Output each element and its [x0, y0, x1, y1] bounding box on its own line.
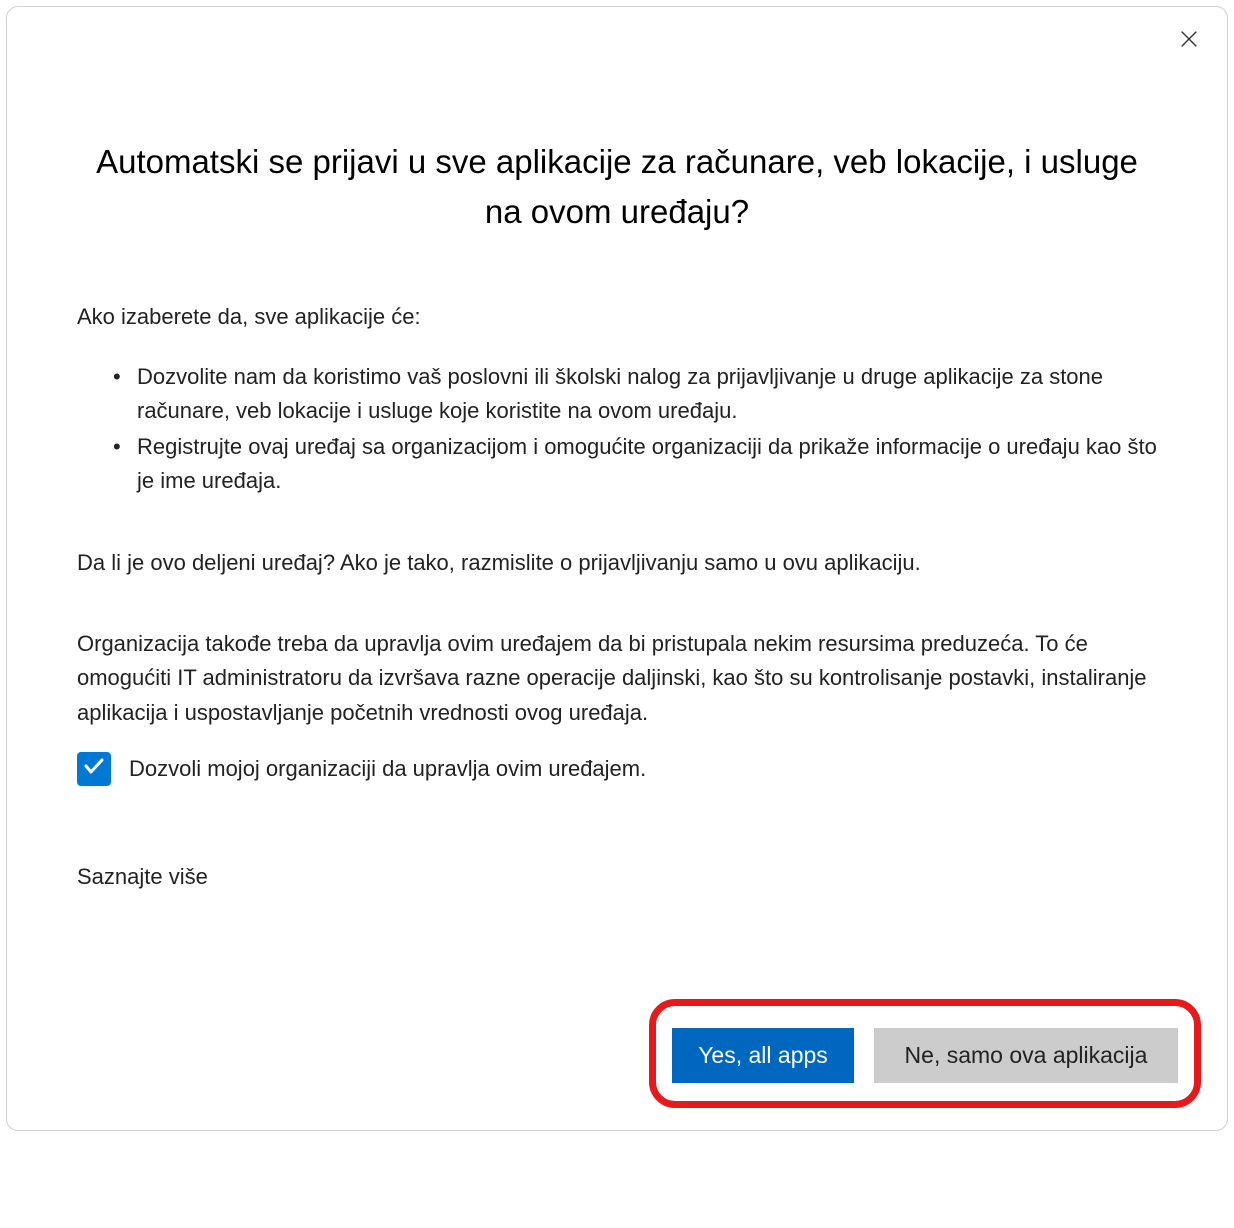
org-manage-text: Organizacija takođe treba da upravlja ov… [77, 627, 1157, 729]
signin-dialog: Automatski se prijavi u sve aplikacije z… [6, 6, 1228, 1131]
intro-text: Ako izaberete da, sve aplikacije će: [77, 304, 1157, 330]
yes-all-apps-button[interactable]: Yes, all apps [672, 1028, 854, 1083]
learn-more-link[interactable]: Saznajte više [77, 864, 1157, 890]
dialog-title: Automatski se prijavi u sve aplikacije z… [77, 137, 1157, 236]
bullet-list: Dozvolite nam da koristimo vaš poslovni … [77, 360, 1157, 498]
checkbox-label: Dozvoli mojoj organizaciji da upravlja o… [129, 756, 646, 782]
no-only-this-app-button[interactable]: Ne, samo ova aplikacija [874, 1028, 1178, 1083]
close-icon [1178, 28, 1200, 55]
checkbox-row: Dozvoli mojoj organizaciji da upravlja o… [77, 752, 1157, 786]
list-item: Registrujte ovaj uređaj sa organizacijom… [113, 430, 1157, 498]
checkmark-icon [82, 754, 106, 783]
button-container-highlight: Yes, all apps Ne, samo ova aplikacija [649, 999, 1201, 1108]
close-button[interactable] [1173, 25, 1205, 57]
list-item: Dozvolite nam da koristimo vaš poslovni … [113, 360, 1157, 428]
shared-device-text: Da li je ovo deljeni uređaj? Ako je tako… [77, 546, 1157, 579]
dialog-content: Automatski se prijavi u sve aplikacije z… [7, 7, 1227, 890]
allow-org-manage-checkbox[interactable] [77, 752, 111, 786]
